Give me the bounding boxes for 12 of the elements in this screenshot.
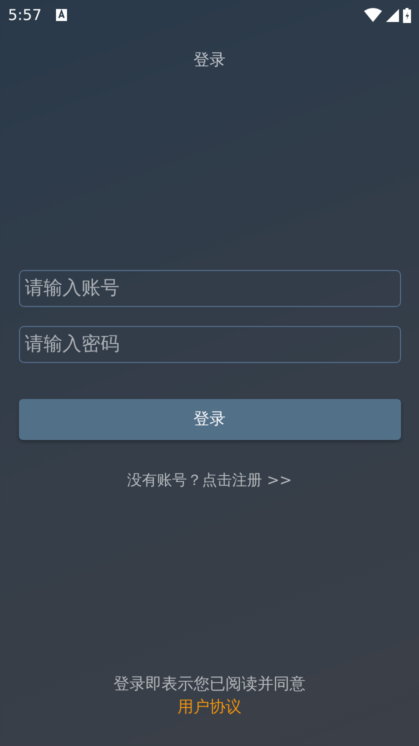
status-time: 5:57 <box>8 6 42 24</box>
battery-icon <box>403 8 411 22</box>
register-link[interactable]: 没有账号？点击注册 >> <box>127 471 292 490</box>
keyboard-notification-icon <box>56 9 67 21</box>
signal-icon <box>386 8 399 22</box>
wifi-icon <box>364 8 382 22</box>
agreement-text: 登录即表示您已阅读并同意 <box>114 674 306 695</box>
password-field[interactable]: 请输入密码 <box>18 326 400 363</box>
page-title: 登录 <box>194 50 226 71</box>
login-button[interactable]: 登录 <box>18 399 400 440</box>
user-agreement-link[interactable]: 用户协议 <box>178 697 242 718</box>
account-field[interactable]: 请输入账号 <box>18 270 400 307</box>
